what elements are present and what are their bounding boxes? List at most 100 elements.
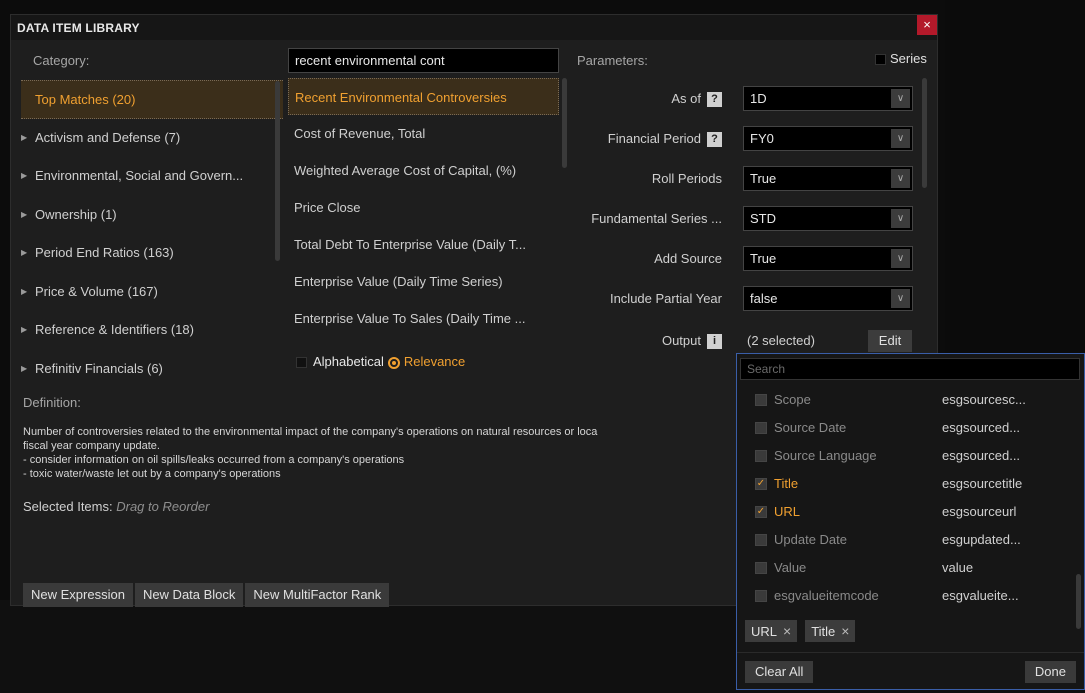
category-item-label: Price & Volume (167)	[35, 283, 158, 299]
close-icon[interactable]: ×	[841, 623, 849, 639]
alphabetical-label[interactable]: Alphabetical	[313, 354, 384, 369]
new-expression-button[interactable]: New Expression	[23, 583, 133, 607]
list-item[interactable]: Recent Environmental Controversies	[288, 78, 559, 115]
field-name: Title	[774, 476, 799, 491]
field-code: esgsourceurl	[942, 504, 1017, 519]
definition-body: Number of controversies related to the e…	[23, 425, 739, 487]
chevron-down-icon[interactable]: ∨	[891, 289, 910, 308]
field-name: Value	[774, 560, 807, 575]
list-item[interactable]: Scope esgsourcesc...	[737, 386, 1073, 414]
include-partial-year-select[interactable]: false ∨	[743, 286, 913, 311]
chevron-down-icon[interactable]: ∨	[891, 209, 910, 228]
field-checkbox[interactable]	[755, 590, 767, 602]
checkmark-icon[interactable]: ✓	[755, 478, 767, 490]
category-item-top-matches[interactable]: Top Matches (20)	[21, 80, 283, 119]
parameters-scrollbar[interactable]	[922, 78, 927, 188]
new-multifactor-rank-button[interactable]: New MultiFactor Rank	[245, 583, 390, 607]
list-item[interactable]: Source Language esgsourced...	[737, 442, 1073, 470]
close-icon[interactable]: ×	[917, 15, 937, 35]
field-name: esgvalueitemcode	[774, 588, 879, 603]
edit-output-button[interactable]: Edit	[868, 330, 912, 352]
category-item-label: Reference & Identifiers (18)	[35, 322, 194, 337]
chevron-down-icon[interactable]: ∨	[891, 169, 910, 188]
as-of-select[interactable]: 1D ∨	[743, 86, 913, 111]
chevron-down-icon[interactable]: ∨	[891, 89, 910, 108]
list-item[interactable]: Enterprise Value (Daily Time Series)	[288, 263, 559, 300]
category-item-period-end-ratios[interactable]: ▶ Period End Ratios (163)	[21, 234, 283, 273]
chevron-down-icon[interactable]: ∨	[891, 129, 910, 148]
category-scrollbar[interactable]	[275, 81, 280, 261]
field-name: URL	[774, 504, 801, 519]
param-label-text: Output	[661, 333, 701, 348]
list-item[interactable]: Enterprise Value To Sales (Daily Time ..…	[288, 300, 559, 337]
definition-header: Definition:	[23, 395, 81, 410]
output-list-scrollbar[interactable]	[1076, 574, 1081, 629]
category-item-refinitiv[interactable]: ▶ Refinitiv Financials (6)	[21, 350, 283, 389]
help-icon[interactable]: ?	[707, 132, 722, 148]
definition-line: - toxic water/waste let out by a company…	[23, 468, 281, 480]
done-button[interactable]: Done	[1024, 661, 1076, 683]
param-label-financial-period: Financial Period?	[607, 131, 722, 148]
list-item[interactable]: Cost of Revenue, Total	[288, 115, 559, 152]
output-fields-popup: Scope esgsourcesc... Source Date esgsource…	[736, 353, 1085, 690]
selected-items-header: Selected Items: Drag to Reorder	[23, 499, 209, 514]
add-source-select[interactable]: True ∨	[743, 246, 913, 271]
list-item[interactable]: Weighted Average Cost of Capital, (%)	[288, 152, 559, 189]
series-toggle[interactable]: Series	[875, 51, 927, 66]
field-checkbox[interactable]	[755, 562, 767, 574]
field-code: esgvalueite...	[942, 588, 1019, 603]
expand-arrow-icon: ▶	[21, 132, 28, 142]
category-item-ownership[interactable]: ▶ Ownership (1)	[21, 196, 283, 235]
field-checkbox[interactable]	[755, 422, 767, 434]
series-checkbox[interactable]	[875, 54, 886, 66]
item-list-scrollbar[interactable]	[562, 78, 567, 168]
close-icon[interactable]: ×	[783, 623, 791, 639]
select-value: FY0	[750, 131, 774, 146]
field-checkbox[interactable]	[755, 394, 767, 406]
list-item[interactable]: ✓ URL esgsourceurl	[737, 498, 1073, 526]
expand-arrow-icon: ▶	[21, 171, 28, 180]
field-checkbox[interactable]	[755, 534, 767, 546]
help-icon[interactable]: ?	[707, 92, 722, 108]
new-data-block-button[interactable]: New Data Block	[134, 583, 244, 607]
list-item[interactable]: ✓ Title esgsourcetitle	[737, 470, 1073, 498]
definition-line: fiscal year company update.	[23, 440, 160, 452]
item-search-input[interactable]	[288, 48, 559, 73]
param-label-text: Financial Period	[607, 131, 701, 146]
list-item[interactable]: Price Close	[288, 189, 559, 226]
alphabetical-checkbox[interactable]	[296, 357, 307, 369]
expand-arrow-icon: ▶	[21, 286, 28, 296]
clear-all-button[interactable]: Clear All	[745, 661, 814, 683]
output-search-input[interactable]	[740, 358, 1080, 380]
relevance-radio[interactable]	[387, 356, 400, 369]
category-item-label: Top Matches (20)	[35, 92, 136, 107]
relevance-label[interactable]: Relevance	[404, 354, 465, 369]
select-value: 1D	[750, 91, 767, 106]
chevron-down-icon[interactable]: ∨	[891, 249, 910, 268]
sort-options: Alphabetical Relevance	[296, 351, 465, 373]
field-code: value	[942, 560, 974, 575]
list-item[interactable]: Value value	[737, 554, 1073, 582]
selected-items-hint: Drag to Reorder	[116, 499, 210, 514]
roll-periods-select[interactable]: True ∨	[743, 166, 913, 191]
title-bar: DATA ITEM LIBRARY ×	[11, 15, 937, 40]
dialog-title: DATA ITEM LIBRARY	[17, 21, 140, 35]
category-item-esg[interactable]: ▶ Environmental, Social and Govern...	[21, 157, 283, 196]
info-icon[interactable]: i	[707, 334, 722, 350]
list-item[interactable]: Source Date esgsourced...	[737, 414, 1073, 442]
chip-label: URL	[751, 624, 778, 639]
item-list: Recent Environmental Controversies Cost …	[288, 78, 559, 337]
category-header: Category:	[33, 53, 90, 68]
expand-arrow-icon: ▶	[21, 363, 28, 373]
field-checkbox[interactable]	[755, 450, 767, 462]
category-item-price-volume[interactable]: ▶ Price & Volume (167)	[21, 273, 283, 312]
fundamental-series-select[interactable]: STD ∨	[743, 206, 913, 231]
list-item[interactable]: Total Debt To Enterprise Value (Daily T.…	[288, 226, 559, 263]
checkmark-icon[interactable]: ✓	[755, 506, 767, 518]
financial-period-select[interactable]: FY0 ∨	[743, 126, 913, 151]
list-item[interactable]: Update Date esgupdated...	[737, 526, 1073, 554]
category-item-activism[interactable]: ▶ Activism and Defense (7)	[21, 119, 283, 158]
chip-label: Title	[811, 624, 836, 639]
category-item-reference[interactable]: ▶ Reference & Identifiers (18)	[21, 311, 283, 350]
list-item[interactable]: esgvalueitemcode esgvalueite...	[737, 582, 1073, 606]
